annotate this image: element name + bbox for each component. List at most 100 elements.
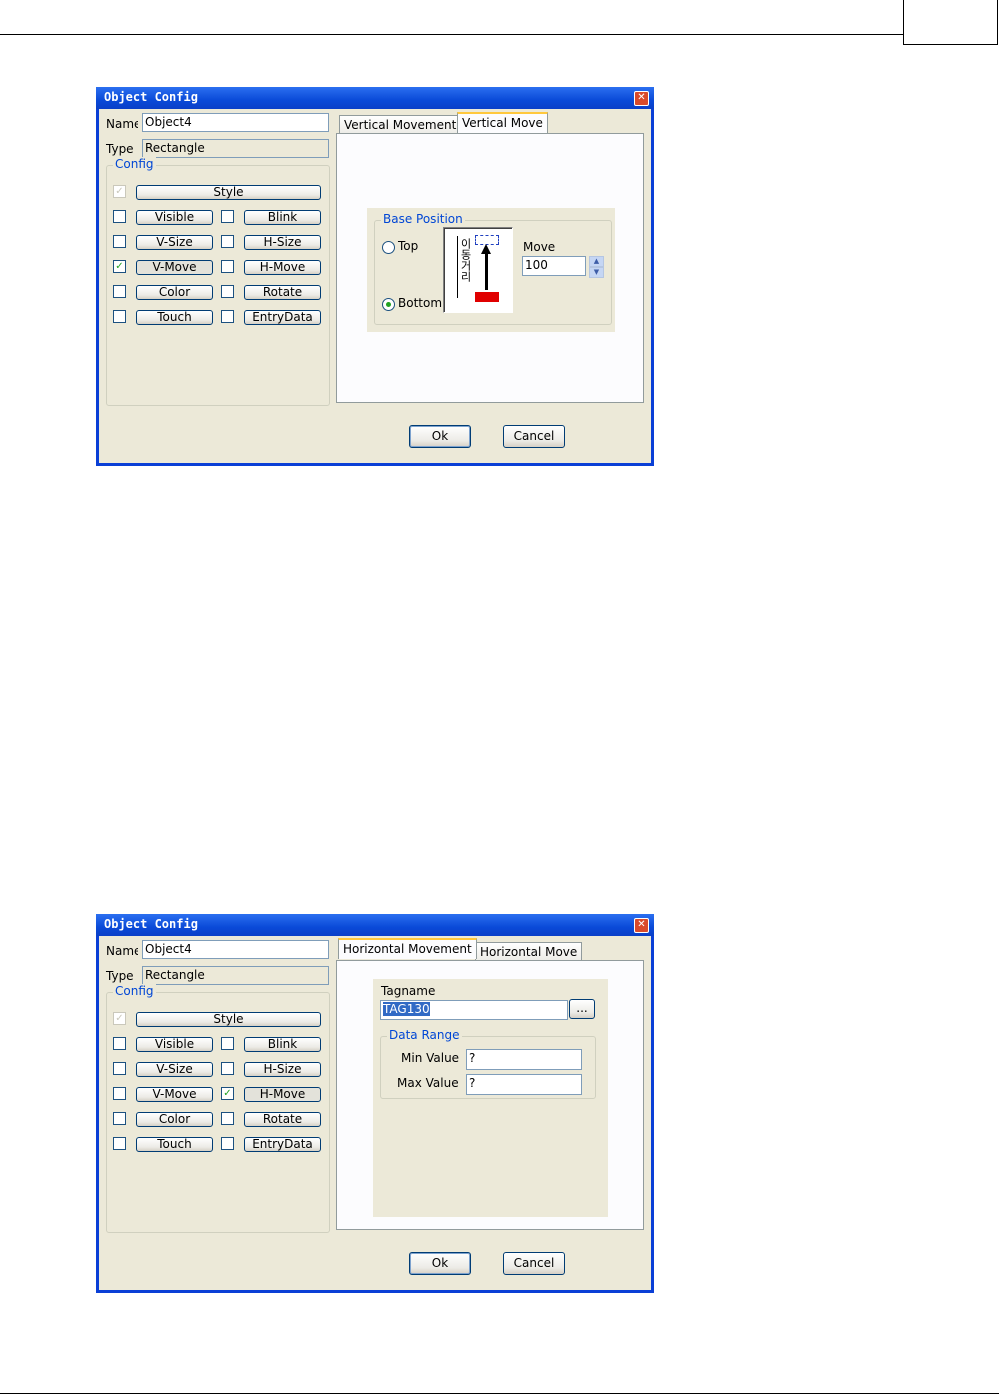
tab-horizontal-move[interactable]: Horizontal Move [475, 942, 583, 961]
vmove-checkbox[interactable]: ✓ [113, 260, 126, 273]
radio-bottom-label: Bottom [398, 296, 443, 310]
entrydata-button[interactable]: EntryData [244, 310, 321, 325]
radio-bottom[interactable] [382, 298, 395, 311]
tab-vertical-movement[interactable]: Vertical Movement [339, 115, 462, 134]
blink-checkbox[interactable] [221, 1037, 234, 1050]
hmove-checkbox[interactable]: ✓ [221, 1087, 234, 1100]
vsize-button[interactable]: V-Size [136, 1062, 213, 1077]
tab-panel: Base Position Top Bottom 이동거리 Move 100 ▲… [336, 133, 644, 403]
object-config-dialog-vertical: Object Config ✕ Name Object4 Type Rectan… [96, 87, 654, 466]
vmove-button[interactable]: V-Move [136, 260, 213, 275]
entrydata-checkbox[interactable] [221, 1137, 234, 1150]
color-button[interactable]: Color [136, 1112, 213, 1127]
movement-diagram: 이동거리 [443, 227, 513, 313]
header-rule [0, 34, 903, 35]
tagname-value: TAG130 [383, 1002, 430, 1016]
entrydata-button[interactable]: EntryData [244, 1137, 321, 1152]
tagname-field[interactable]: TAG130 [380, 1000, 568, 1020]
tab-horizontal-movement[interactable]: Horizontal Movement [338, 938, 477, 959]
rotate-checkbox[interactable] [221, 1112, 234, 1125]
visible-button[interactable]: Visible [136, 1037, 213, 1052]
entrydata-checkbox[interactable] [221, 310, 234, 323]
base-position-area: Base Position Top Bottom 이동거리 Move 100 ▲… [367, 208, 615, 332]
close-icon[interactable]: ✕ [634, 91, 649, 106]
tab-vertical-move[interactable]: Vertical Move [457, 112, 548, 133]
hsize-checkbox[interactable] [221, 235, 234, 248]
cancel-button[interactable]: Cancel [503, 425, 565, 448]
color-checkbox[interactable] [113, 285, 126, 298]
blink-button[interactable]: Blink [244, 1037, 321, 1052]
tag-settings-area: Tagname TAG130 ... Data Range Min Value … [373, 979, 608, 1217]
hmove-button[interactable]: H-Move [244, 260, 321, 275]
max-value-field[interactable]: ? [466, 1074, 582, 1095]
up-arrow-icon [485, 252, 488, 290]
tagname-label: Tagname [381, 984, 436, 998]
check-icon: ✓ [115, 261, 124, 272]
name-field[interactable]: Object4 [142, 113, 329, 132]
data-range-title: Data Range [387, 1028, 462, 1042]
source-rect [475, 292, 499, 302]
style-button[interactable]: Style [136, 185, 321, 200]
close-icon[interactable]: ✕ [634, 918, 649, 933]
dialog-title: Object Config [104, 90, 198, 104]
radio-top[interactable] [382, 241, 395, 254]
hsize-button[interactable]: H-Size [244, 1062, 321, 1077]
rotate-checkbox[interactable] [221, 285, 234, 298]
object-config-dialog-horizontal: Object Config ✕ Name Object4 Type Rectan… [96, 914, 654, 1293]
vsize-checkbox[interactable] [113, 235, 126, 248]
move-field[interactable]: 100 [522, 256, 586, 276]
vmove-checkbox[interactable] [113, 1087, 126, 1100]
vsize-checkbox[interactable] [113, 1062, 126, 1075]
style-checkbox: ✓ [113, 1012, 126, 1025]
min-value-field[interactable]: ? [466, 1049, 582, 1070]
browse-tag-button[interactable]: ... [569, 999, 595, 1019]
hsize-checkbox[interactable] [221, 1062, 234, 1075]
radio-top-label: Top [398, 239, 419, 253]
style-button[interactable]: Style [136, 1012, 321, 1027]
ok-button[interactable]: Ok [409, 425, 471, 448]
title-bar: Object Config ✕ [96, 87, 654, 109]
touch-button[interactable]: Touch [136, 310, 213, 325]
title-bar: Object Config ✕ [96, 914, 654, 936]
name-label: Name [106, 117, 138, 131]
config-group-title: Config [113, 984, 156, 998]
dialog-title: Object Config [104, 917, 198, 931]
min-value-label: Min Value [401, 1051, 460, 1065]
visible-checkbox[interactable] [113, 210, 126, 223]
color-button[interactable]: Color [136, 285, 213, 300]
blink-button[interactable]: Blink [244, 210, 321, 225]
touch-checkbox[interactable] [113, 310, 126, 323]
rotate-button[interactable]: Rotate [244, 285, 321, 300]
color-checkbox[interactable] [113, 1112, 126, 1125]
hmove-checkbox[interactable] [221, 260, 234, 273]
check-icon: ✓ [223, 1088, 232, 1099]
visible-button[interactable]: Visible [136, 210, 213, 225]
cancel-button[interactable]: Cancel [503, 1252, 565, 1275]
blink-checkbox[interactable] [221, 210, 234, 223]
visible-checkbox[interactable] [113, 1037, 126, 1050]
name-label: Name [106, 944, 138, 958]
check-icon: ✓ [115, 1013, 124, 1024]
name-field[interactable]: Object4 [142, 940, 329, 959]
vmove-button[interactable]: V-Move [136, 1087, 213, 1102]
spin-up-icon[interactable]: ▲ [589, 256, 604, 267]
touch-button[interactable]: Touch [136, 1137, 213, 1152]
base-position-title: Base Position [381, 212, 465, 226]
tab-panel: Tagname TAG130 ... Data Range Min Value … [336, 960, 644, 1230]
type-field: Rectangle [142, 966, 329, 985]
hsize-button[interactable]: H-Size [244, 235, 321, 250]
spin-down-icon[interactable]: ▼ [589, 267, 604, 278]
max-value-label: Max Value [397, 1076, 459, 1090]
hmove-button[interactable]: H-Move [244, 1087, 321, 1102]
footer-rule [0, 1393, 999, 1394]
config-group-title: Config [113, 157, 156, 171]
touch-checkbox[interactable] [113, 1137, 126, 1150]
type-label: Type [106, 969, 134, 983]
move-spinner[interactable]: ▲ ▼ [589, 256, 604, 278]
diagram-label: 이동거리 [459, 238, 472, 282]
type-label: Type [106, 142, 134, 156]
ok-button[interactable]: Ok [409, 1252, 471, 1275]
check-icon: ✓ [115, 186, 124, 197]
vsize-button[interactable]: V-Size [136, 235, 213, 250]
rotate-button[interactable]: Rotate [244, 1112, 321, 1127]
